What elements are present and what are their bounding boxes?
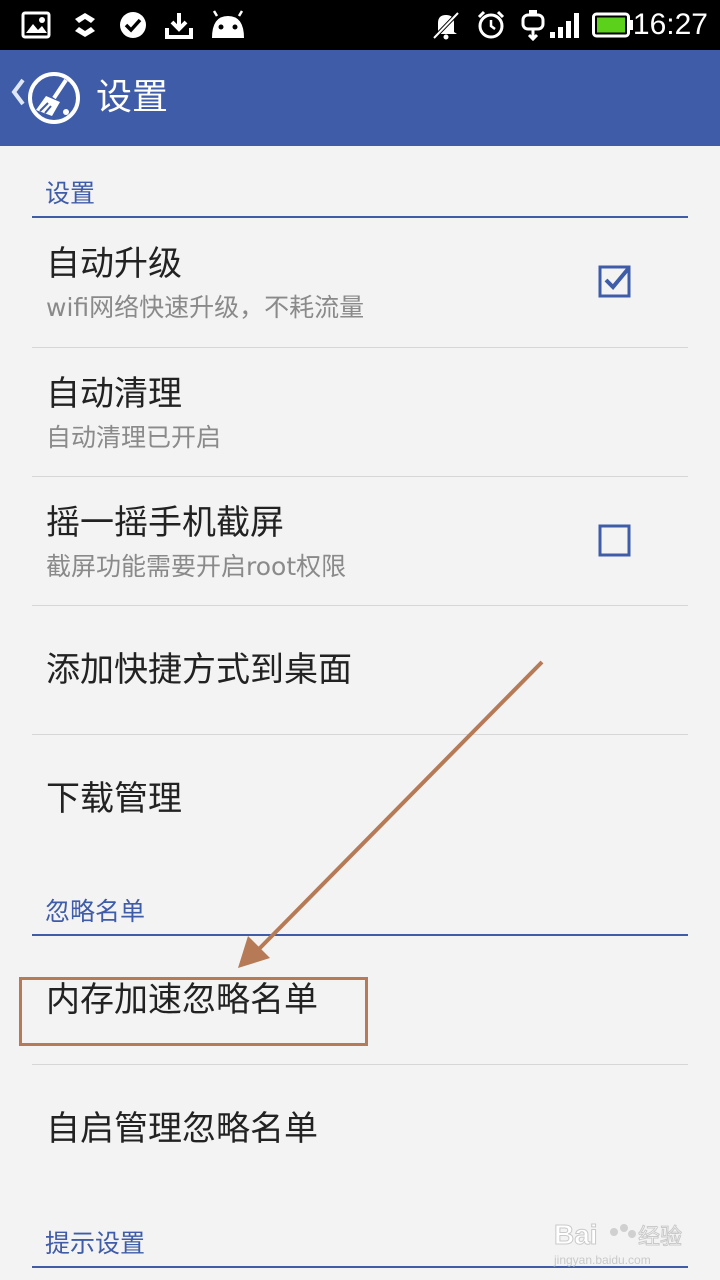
annotation-highlight-box — [19, 977, 368, 1046]
svg-text:jingyan.baidu.com: jingyan.baidu.com — [553, 1253, 651, 1267]
annotation-arrow — [238, 660, 544, 968]
baidu-jingyan-watermark: Bai 经验 jingyan.baidu.com — [552, 1212, 692, 1272]
svg-text:经验: 经验 — [638, 1225, 682, 1250]
svg-text:Bai: Bai — [554, 1219, 598, 1250]
